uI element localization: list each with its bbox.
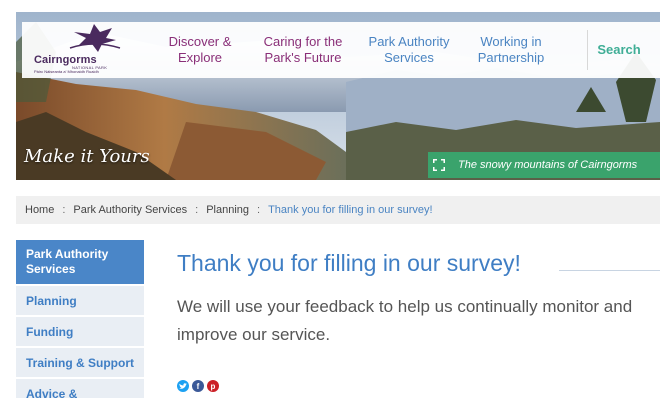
hero-tagline: Make it Yours bbox=[24, 146, 150, 167]
main-content: Thank you for filling in our survey! We … bbox=[177, 250, 660, 349]
page-title: Thank you for filling in our survey! bbox=[177, 250, 521, 276]
nav-working-partnership[interactable]: Working in Partnership bbox=[468, 22, 554, 78]
nav-search[interactable]: Search bbox=[594, 22, 644, 78]
eagle-logo-icon bbox=[69, 24, 121, 52]
main-navigation: Cairngorms NATIONAL PARK Pàirc Nàiseanta… bbox=[22, 22, 660, 78]
sidebar-item-label: Park Authority Services bbox=[26, 247, 109, 276]
sidebar-item-label: Advice & bbox=[26, 387, 78, 398]
hero-caption: The snowy mountains of Cairngorms bbox=[428, 152, 660, 178]
nav-working-partnership-label: Working in Partnership bbox=[477, 34, 545, 65]
nav-discover-explore[interactable]: Discover & Explore bbox=[157, 22, 243, 78]
sidebar-item-training-support[interactable]: Training & Support bbox=[16, 348, 144, 379]
breadcrumb-planning[interactable]: Planning bbox=[206, 204, 249, 216]
breadcrumb-home[interactable]: Home bbox=[25, 204, 54, 216]
thank-you-message: We will use your feedback to help us con… bbox=[177, 297, 633, 344]
breadcrumb-separator: : bbox=[62, 204, 66, 216]
sidebar-item-label: Funding bbox=[26, 324, 74, 339]
logo-subtitle: Pàirc Nàiseanta a' Mhonaidh Ruaidh bbox=[34, 69, 99, 74]
cairngorms-logo[interactable]: Cairngorms NATIONAL PARK Pàirc Nàiseanta… bbox=[28, 22, 138, 78]
breadcrumb-separator: : bbox=[257, 204, 261, 216]
sidebar-item-label: Planning bbox=[26, 293, 77, 308]
sidebar-item-advice[interactable]: Advice & bbox=[16, 379, 144, 398]
pinterest-icon[interactable]: p bbox=[207, 380, 219, 392]
breadcrumb-current: Thank you for filling in our survey! bbox=[268, 204, 433, 216]
sidebar-item-label: Training & Support bbox=[26, 355, 134, 370]
title-divider bbox=[559, 270, 660, 271]
sidebar-item-park-authority-services[interactable]: Park Authority Services bbox=[16, 240, 144, 286]
expand-icon[interactable] bbox=[428, 152, 450, 178]
breadcrumb: Home : Park Authority Services : Plannin… bbox=[16, 196, 660, 224]
social-share: f p bbox=[177, 380, 219, 392]
nav-park-authority-services[interactable]: Park Authority Services bbox=[359, 22, 459, 78]
nav-caring-future[interactable]: Caring for the Park's Future bbox=[250, 22, 356, 78]
breadcrumb-park-authority-services[interactable]: Park Authority Services bbox=[73, 204, 187, 216]
twitter-icon[interactable] bbox=[177, 380, 189, 392]
nav-park-authority-services-label: Park Authority Services bbox=[368, 34, 450, 65]
sidebar-nav: Park Authority Services Planning Funding… bbox=[16, 240, 144, 398]
page-left-margin bbox=[0, 0, 16, 398]
hero-caption-text: The snowy mountains of Cairngorms bbox=[458, 159, 638, 171]
nav-divider bbox=[587, 30, 588, 70]
sidebar-item-planning[interactable]: Planning bbox=[16, 286, 144, 317]
breadcrumb-separator: : bbox=[195, 204, 199, 216]
facebook-icon[interactable]: f bbox=[192, 380, 204, 392]
nav-caring-future-label: Caring for the Park's Future bbox=[263, 34, 343, 65]
page-top-margin bbox=[0, 0, 660, 12]
nav-discover-explore-label: Discover & Explore bbox=[168, 34, 232, 65]
sidebar-item-funding[interactable]: Funding bbox=[16, 317, 144, 348]
nav-search-label: Search bbox=[597, 42, 641, 57]
